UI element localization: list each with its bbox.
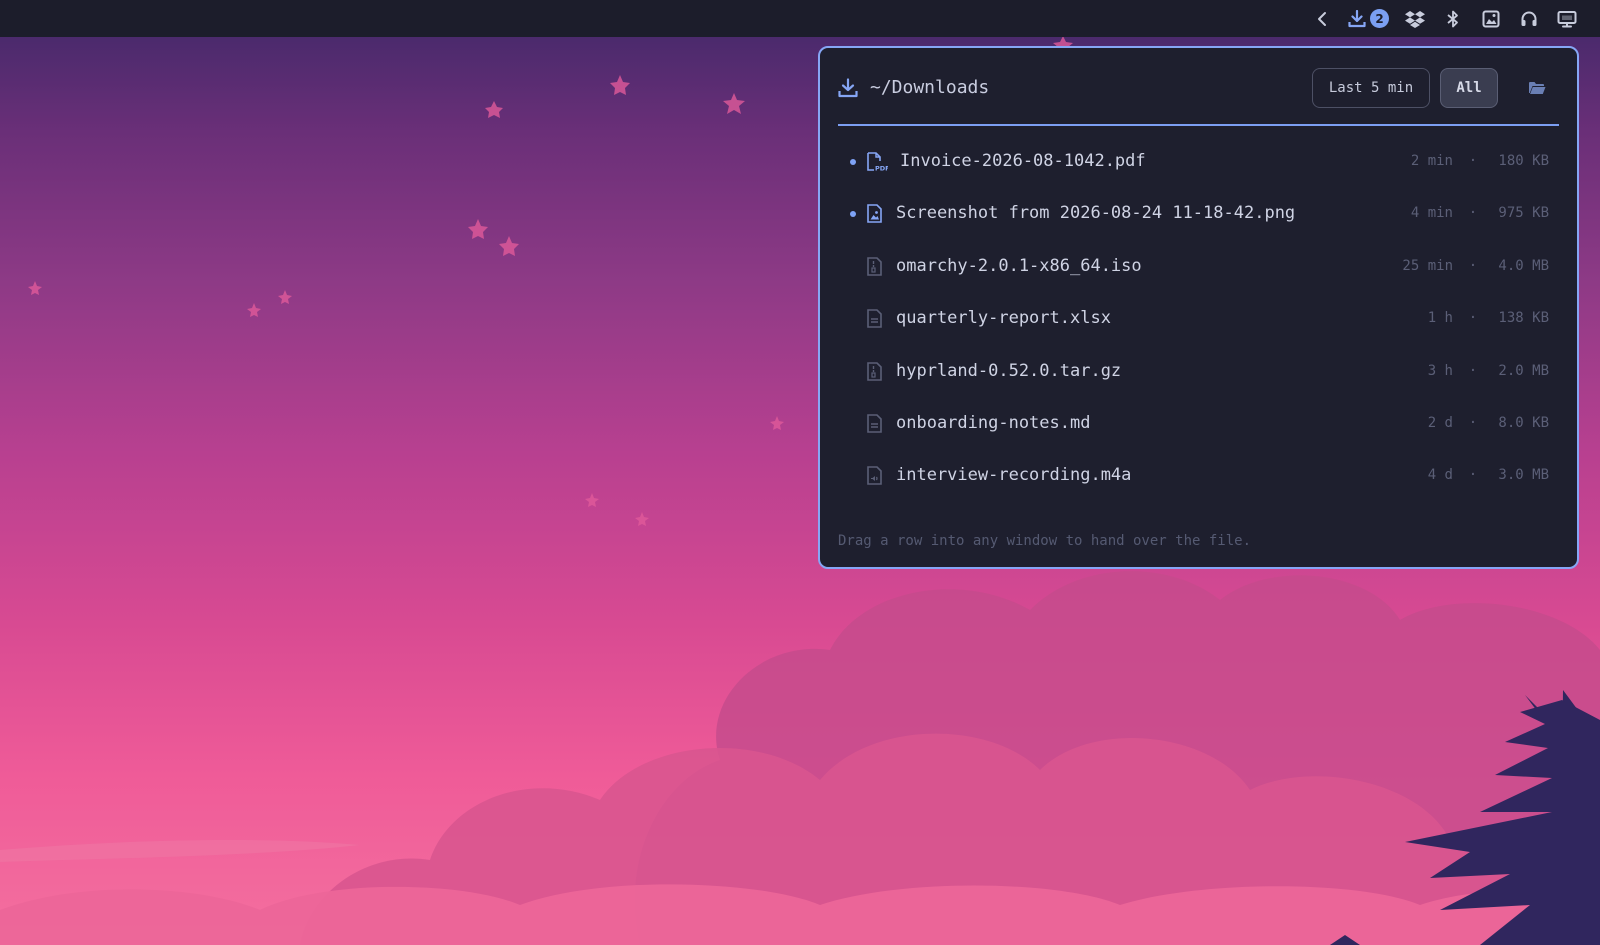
file-size: 180 KB [1498,153,1549,169]
file-size: 2.0 MB [1498,362,1549,379]
file-name: Invoice-2026-08-1042.pdf [900,151,1146,171]
download-icon [838,78,858,102]
file-name: hyprland-0.52.0.tar.gz [896,360,1122,381]
file-name: Screenshot from 2026-08-24 11-18-42.png [896,203,1296,224]
filter-all-button[interactable]: All [1440,68,1498,108]
file-meta: 2 min · 180 KB [1391,153,1549,169]
back-chevron-icon[interactable] [1304,0,1342,37]
download-icon [1348,9,1366,28]
file-name: quarterly-report.xlsx [896,308,1111,329]
panel-header: ~/Downloads Last 5 min All [838,68,1559,110]
filter-last-5-min-button[interactable]: Last 5 min [1312,68,1430,108]
file-age: 4 min [1410,205,1453,222]
file-age: 1 h [1427,310,1453,327]
file-name: interview-recording.m4a [896,465,1132,486]
file-size: 138 KB [1498,310,1549,327]
document-file-icon [866,309,884,333]
archive-file-icon [866,256,884,281]
file-meta: 25 min · 4.0 MB [1391,258,1549,274]
file-age: 3 h [1427,362,1453,379]
file-size: 8.0 KB [1498,414,1549,431]
image-icon[interactable] [1472,0,1510,37]
download-row[interactable]: quarterly-report.xlsx 1 h · 138 KB [838,300,1549,352]
new-indicator-dot [850,211,856,218]
panel-title: ~/Downloads [870,77,990,98]
download-row[interactable]: hyprland-0.52.0.tar.gz 3 h · 2.0 MB [838,353,1549,405]
meta-separator: · [1468,467,1478,484]
meta-separator: · [1468,205,1478,222]
file-name: onboarding-notes.md [896,412,1091,433]
audio-file-icon [866,466,884,490]
open-folder-icon[interactable] [1528,80,1546,100]
clouds [0,571,1600,945]
download-row[interactable]: onboarding-notes.md 2 d · 8.0 KB [838,405,1549,457]
file-meta: 4 d · 3.0 MB [1391,467,1549,483]
file-size: 3.0 MB [1498,467,1549,484]
meta-separator: · [1468,310,1478,327]
pdf-file-icon: PDF [866,152,890,176]
dropbox-icon[interactable] [1396,0,1434,37]
top-bar: 2 [0,0,1600,37]
file-size: 975 KB [1498,205,1549,222]
file-age: 2 d [1427,414,1453,431]
file-meta: 2 d · 8.0 KB [1391,415,1549,431]
downloads-panel: ~/Downloads Last 5 min All PDF Invoice-2… [818,46,1579,569]
display-icon[interactable] [1548,0,1586,37]
downloads-list: PDF Invoice-2026-08-1042.pdf 2 min · 180… [838,143,1549,510]
file-age: 25 min [1402,257,1453,274]
file-meta: 4 min · 975 KB [1391,205,1549,221]
meta-separator: · [1468,257,1478,274]
file-name: omarchy-2.0.1-x86_64.iso [896,255,1142,276]
download-row[interactable]: PDF Invoice-2026-08-1042.pdf 2 min · 180… [838,143,1549,195]
file-meta: 1 h · 138 KB [1391,310,1549,326]
download-row[interactable]: Screenshot from 2026-08-24 11-18-42.png … [838,195,1549,247]
download-row[interactable]: interview-recording.m4a 4 d · 3.0 MB [838,457,1549,509]
new-indicator-dot [850,159,856,165]
svg-text:PDF: PDF [875,165,888,173]
footer-hint: Drag a row into any window to hand over … [838,533,1252,549]
meta-separator: · [1468,414,1478,431]
meta-separator: · [1468,153,1478,169]
download-count-badge: 2 [1370,9,1389,28]
header-divider [838,124,1559,126]
downloads-indicator[interactable]: 2 [1342,0,1396,37]
headphones-icon[interactable] [1510,0,1548,37]
image-file-icon [866,204,884,228]
bluetooth-icon[interactable] [1434,0,1472,37]
meta-separator: · [1468,362,1478,379]
file-age: 4 d [1427,467,1453,484]
file-meta: 3 h · 2.0 MB [1391,363,1549,379]
document-file-icon [866,414,884,438]
file-age: 2 min [1410,153,1453,169]
download-row[interactable]: omarchy-2.0.1-x86_64.iso 25 min · 4.0 MB [838,248,1549,300]
file-size: 4.0 MB [1498,257,1549,274]
archive-file-icon [866,361,884,386]
